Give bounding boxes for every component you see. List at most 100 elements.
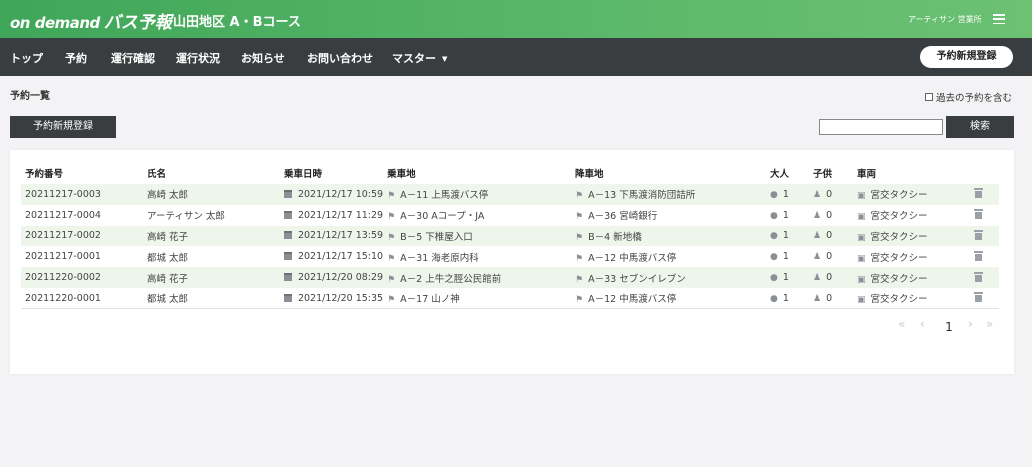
flag-icon: ⚑ [387, 232, 396, 243]
person-icon: ● [770, 273, 778, 284]
caret-down-icon: ▼ [442, 55, 448, 63]
dropoff-text: A－12 中馬渡バス停 [588, 252, 677, 264]
vehicle-text: 宮交タクシー [870, 252, 928, 264]
nav-item-top[interactable]: トップ [10, 50, 43, 66]
dropoff-text: B－4 新地橋 [588, 231, 642, 243]
datetime-text: 2021/12/17 10:59 [297, 188, 384, 200]
checkbox-box[interactable] [925, 93, 933, 101]
pagination-prev[interactable]: ‹ [920, 317, 925, 331]
cell-adult: ● 1 [766, 267, 809, 288]
nav-item-operation-status[interactable]: 運行状況 [176, 50, 220, 66]
cell-child: ♟ 0 [808, 267, 853, 288]
child-count: 0 [826, 188, 833, 200]
menu-icon[interactable] [993, 14, 1005, 24]
cell-datetime: 2021/12/17 10:59 [279, 184, 384, 205]
nav-item-reservation[interactable]: 予約 [65, 50, 87, 66]
cell-pickup: ⚑ A－17 山ノ神 [383, 287, 572, 310]
child-icon: ♟ [812, 293, 822, 304]
datetime-text: 2021/12/17 13:59 [297, 230, 384, 242]
trash-icon[interactable] [973, 229, 983, 240]
cell-pickup: ⚑ A－30 Aコープ・JA [383, 205, 571, 226]
nav-item-operation-check[interactable]: 運行確認 [111, 50, 155, 66]
flag-icon: ⚑ [575, 295, 584, 306]
table-row[interactable]: 20211217-0002 高崎 花子 2021/12/17 13:59 ⚑ B－5 下… [21, 225, 999, 247]
cell-child: ♟ 0 [808, 184, 853, 205]
cell-pickup: ⚑ A－11 上馬渡バス停 [383, 184, 572, 205]
calendar-icon [283, 252, 292, 261]
search-input[interactable] [819, 119, 943, 135]
header-pickup: 乗車地 [387, 169, 416, 180]
new-reservation-button[interactable]: 予約新規登録 [10, 116, 116, 138]
flag-icon: ⚑ [575, 212, 584, 223]
trash-icon[interactable] [973, 209, 983, 220]
trash-icon[interactable] [973, 292, 983, 303]
cell-vehicle: ▣ 宮交タクシー [852, 287, 970, 310]
adult-count: 1 [782, 188, 789, 200]
adult-count: 1 [782, 209, 789, 221]
person-icon: ● [770, 189, 778, 200]
cell-reservation-id: 20211217-0003 [21, 184, 143, 205]
cell-child: ♟ 0 [809, 205, 853, 226]
flag-icon: ⚑ [387, 295, 396, 306]
person-icon: ● [770, 252, 778, 263]
calendar-icon [283, 293, 292, 302]
app-logo[interactable]: on demand バス予報 [10, 8, 172, 33]
nav-new-reservation-button[interactable]: 予約新規登録 [920, 46, 1013, 68]
bus-icon: ▣ [856, 212, 866, 223]
table-row[interactable]: 20211220-0002 高崎 花子 2021/12/20 08:29 ⚑ A－2 上… [21, 267, 999, 288]
datetime-text: 2021/12/20 15:35 [297, 292, 384, 304]
datetime-text: 2021/12/20 08:29 [297, 272, 384, 284]
trash-icon[interactable] [973, 250, 983, 261]
pagination-next[interactable]: › [968, 317, 973, 331]
nav-master-label: マスター [392, 52, 436, 65]
cell-vehicle: ▣ 宮交タクシー [852, 225, 970, 247]
cell-vehicle: ▣ 宮交タクシー [853, 246, 970, 267]
child-count: 0 [826, 230, 833, 242]
vehicle-text: 宮交タクシー [870, 273, 928, 285]
bus-icon: ▣ [856, 274, 866, 285]
cell-reservation-id: 20211220-0001 [21, 287, 143, 310]
header-dropoff: 降車地 [575, 169, 604, 180]
adult-count: 1 [782, 251, 789, 263]
cell-child: ♟ 0 [808, 287, 853, 310]
reservation-table: 予約番号 氏名 乗車日時 乗車地 降車地 大人 子供 車両 20211217-0… [21, 162, 999, 310]
calendar-icon [283, 210, 292, 219]
logo-japanese: バス予報 [103, 13, 172, 33]
cell-adult: ● 1 [766, 205, 809, 226]
person-icon: ● [770, 293, 778, 304]
include-past-checkbox[interactable]: 過去の予約を含む [925, 90, 1012, 104]
pickup-text: A－30 Aコープ・JA [400, 211, 485, 223]
flag-icon: ⚑ [387, 253, 396, 264]
pagination-first[interactable]: « [898, 317, 905, 331]
cell-dropoff: ⚑ A－33 セブンイレブン [571, 267, 766, 288]
pagination-last[interactable]: » [986, 317, 993, 331]
search-button[interactable]: 検索 [946, 116, 1014, 138]
header-reservation-id: 予約番号 [25, 169, 64, 180]
cell-actions [969, 225, 999, 247]
flag-icon: ⚑ [575, 191, 584, 202]
cell-datetime: 2021/12/17 11:29 [280, 205, 383, 226]
cell-datetime: 2021/12/17 15:10 [280, 246, 383, 267]
app-header: on demand バス予報 山田地区 A・Bコース アーティサン 営業所 [0, 0, 1032, 38]
child-icon: ♟ [812, 231, 822, 242]
table-row[interactable]: 20211217-0003 高崎 太郎 2021/12/17 10:59 ⚑ A－11 … [21, 184, 999, 205]
nav-item-contact[interactable]: お問い合わせ [307, 50, 373, 66]
logo-latin: on demand [10, 14, 100, 32]
table-row[interactable]: 20211220-0001 都城 太郎 2021/12/20 15:35 ⚑ A－17 … [21, 287, 999, 310]
trash-icon[interactable] [973, 271, 983, 282]
trash-icon[interactable] [973, 188, 983, 199]
table-row[interactable]: 20211217-0004 アーティサン 太郎 2021/12/17 11:29 ⚑ A… [21, 205, 999, 226]
page-title: 予約一覧 [10, 91, 50, 102]
child-icon: ♟ [812, 189, 822, 200]
child-icon: ♟ [812, 273, 822, 284]
table-row[interactable]: 20211217-0001 都城 太郎 2021/12/17 15:10 ⚑ A－31 … [21, 246, 999, 267]
bus-icon: ▣ [856, 232, 866, 243]
pagination-current[interactable]: 1 [945, 319, 953, 334]
cell-name: 都城 太郎 [142, 287, 280, 310]
nav-item-news[interactable]: お知らせ [241, 50, 285, 66]
header-name: 氏名 [146, 169, 166, 180]
pickup-text: A－2 上牛之脛公民館前 [400, 273, 502, 285]
nav-item-master[interactable]: マスター ▼ [392, 50, 447, 66]
user-name[interactable]: アーティサン 営業所 [908, 14, 982, 25]
cell-adult: ● 1 [766, 246, 809, 267]
